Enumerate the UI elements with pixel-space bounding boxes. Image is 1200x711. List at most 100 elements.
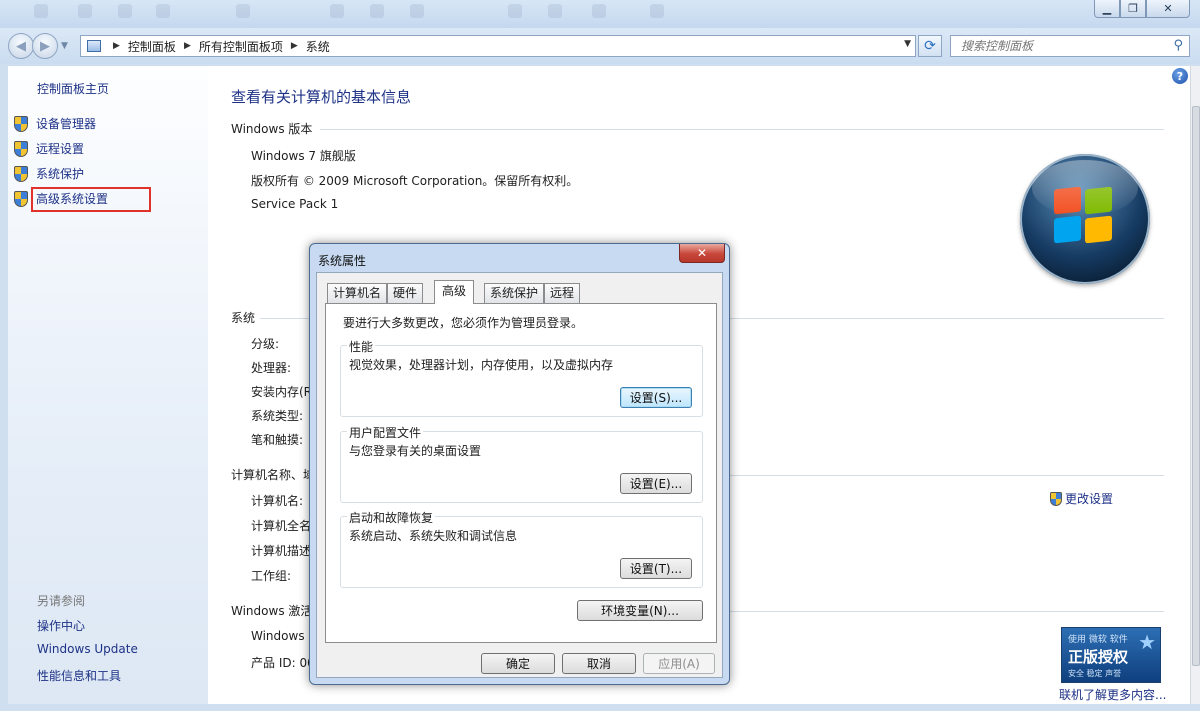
edition-section-header: Windows 版本 xyxy=(231,122,313,136)
help-icon[interactable]: ? xyxy=(1172,68,1188,84)
forward-arrow-icon: ▶ xyxy=(40,38,50,54)
task-label: 远程设置 xyxy=(36,142,85,156)
breadcrumb-separator-icon[interactable]: ▶ xyxy=(184,41,191,51)
tab-system-protection[interactable]: 系统保护 xyxy=(484,283,545,303)
windows-edition: Windows 7 旗舰版 xyxy=(251,149,356,163)
system-type-label: 系统类型: xyxy=(251,409,304,423)
close-icon: ✕ xyxy=(1163,2,1173,15)
user-profiles-desc: 与您登录有关的桌面设置 xyxy=(349,444,482,458)
advanced-tab-panel: 要进行大多数更改，您必须作为管理员登录。 性能 视觉效果，处理器计划，内存使用，… xyxy=(325,303,717,643)
user-profiles-settings-button[interactable]: 设置(E)... xyxy=(620,473,692,494)
nav-buttons: ◀ ▶ ▼ xyxy=(8,33,68,59)
address-dropdown-icon[interactable]: ▼ xyxy=(904,39,911,49)
uac-shield-icon xyxy=(1050,491,1062,506)
system-properties-dialog: 系统属性 ✕ 计算机名 硬件 高级 系统保护 远程 要进行大多数更改，您必须作为… xyxy=(309,243,730,685)
computer-description-label: 计算机描述 xyxy=(251,544,312,558)
search-icon[interactable]: ⚲ xyxy=(1173,38,1183,53)
dialog-body: 计算机名 硬件 高级 系统保护 远程 要进行大多数更改，您必须作为管理员登录。 … xyxy=(316,272,723,678)
uac-shield-icon xyxy=(14,115,28,132)
recent-pages-dropdown[interactable]: ▼ xyxy=(61,41,68,51)
vertical-scrollbar[interactable] xyxy=(1190,66,1200,704)
refresh-button[interactable]: ⟳ xyxy=(918,35,942,57)
address-bar[interactable]: ▶ 控制面板 ▶ 所有控制面板项 ▶ 系统 ▼ xyxy=(80,35,916,57)
task-label: 设备管理器 xyxy=(36,117,97,131)
performance-label: 性能 xyxy=(347,338,376,355)
breadcrumb-system[interactable]: 系统 xyxy=(306,38,330,55)
windows-update-link[interactable]: Windows Update xyxy=(37,642,138,656)
search-box[interactable]: ⚲ xyxy=(950,35,1190,57)
task-label: 系统保护 xyxy=(36,167,85,181)
system-protection-link[interactable]: 系统保护 xyxy=(14,165,84,182)
breadcrumb-separator-icon[interactable]: ▶ xyxy=(113,41,120,51)
see-also-header: 另请参阅 xyxy=(37,594,86,608)
breadcrumb-all-items[interactable]: 所有控制面板项 xyxy=(199,38,283,55)
address-row: ◀ ▶ ▼ ▶ 控制面板 ▶ 所有控制面板项 ▶ 系统 ▼ ⟳ ⚲ xyxy=(0,28,1200,64)
ok-button[interactable]: 确定 xyxy=(481,653,555,674)
window-controls: ▁ ❐ ✕ xyxy=(1094,0,1190,18)
learn-more-online-link[interactable]: 联机了解更多内容... xyxy=(1059,686,1166,703)
admin-note: 要进行大多数更改，您必须作为管理员登录。 xyxy=(343,316,584,330)
close-icon: ✕ xyxy=(696,246,708,260)
dialog-close-button[interactable]: ✕ xyxy=(679,244,725,263)
performance-settings-button[interactable]: 设置(S)... xyxy=(620,387,692,408)
workgroup-label: 工作组: xyxy=(251,569,292,583)
activation-section-header: Windows 激活 xyxy=(231,604,313,618)
startup-recovery-group: 启动和故障恢复 系统启动、系统失败和调试信息 设置(T)... xyxy=(340,509,703,588)
genuine-line-3: 安全 稳定 声誉 xyxy=(1068,669,1122,678)
restore-icon: ❐ xyxy=(1128,2,1138,15)
windows-logo-icon xyxy=(1020,154,1150,284)
startup-recovery-settings-button[interactable]: 设置(T)... xyxy=(620,558,692,579)
genuine-line-1: 使用 微软 软件 xyxy=(1068,635,1128,645)
performance-desc: 视觉效果，处理器计划，内存使用，以及虚拟内存 xyxy=(349,358,614,372)
startup-recovery-label: 启动和故障恢复 xyxy=(347,509,436,526)
scrollbar-thumb[interactable] xyxy=(1192,106,1200,666)
tab-advanced[interactable]: 高级 xyxy=(434,280,475,304)
genuine-microsoft-badge: 使用 微软 软件 正版授权 安全 稳定 声誉 ★ xyxy=(1061,627,1161,683)
search-input[interactable] xyxy=(959,38,1159,54)
control-panel-home-link[interactable]: 控制面板主页 xyxy=(37,80,109,97)
computer-name-label: 计算机名: xyxy=(251,494,304,508)
cancel-button[interactable]: 取消 xyxy=(562,653,636,674)
change-settings-link[interactable]: 更改设置 xyxy=(1050,490,1113,507)
back-arrow-icon: ◀ xyxy=(16,38,26,54)
computer-name-section-header: 计算机名称、域 xyxy=(231,468,316,482)
breadcrumb-control-panel[interactable]: 控制面板 xyxy=(128,38,176,55)
memory-label: 安装内存(R xyxy=(251,385,313,399)
dialog-title: 系统属性 xyxy=(318,254,367,268)
genuine-line-2: 正版授权 xyxy=(1068,648,1129,666)
performance-info-link[interactable]: 性能信息和工具 xyxy=(37,667,121,684)
full-computer-name-label: 计算机全名 xyxy=(251,519,312,533)
left-task-pane: 控制面板主页 设备管理器 远程设置 系统保护 高级系统设置 另请参阅 操作中心 … xyxy=(8,66,208,704)
apply-button[interactable]: 应用(A) xyxy=(643,653,715,674)
back-button[interactable]: ◀ xyxy=(8,33,34,59)
uac-shield-icon xyxy=(14,165,28,182)
breadcrumb-separator-icon[interactable]: ▶ xyxy=(291,41,298,51)
minimize-icon: ▁ xyxy=(1102,2,1112,15)
control-panel-icon xyxy=(87,40,101,52)
user-profiles-group: 用户配置文件 与您登录有关的桌面设置 设置(E)... xyxy=(340,424,703,503)
performance-group: 性能 视觉效果，处理器计划，内存使用，以及虚拟内存 设置(S)... xyxy=(340,338,703,417)
tab-hardware[interactable]: 硬件 xyxy=(387,283,424,303)
window-titlebar: ▁ ❐ ✕ xyxy=(0,0,1200,28)
uac-shield-icon xyxy=(14,190,28,207)
remote-settings-link[interactable]: 远程设置 xyxy=(14,140,84,157)
action-center-link[interactable]: 操作中心 xyxy=(37,617,85,634)
pen-touch-label: 笔和触摸: xyxy=(251,433,304,447)
close-window-button[interactable]: ✕ xyxy=(1146,0,1190,18)
product-id-label: 产品 ID: 00 xyxy=(251,656,315,670)
environment-variables-button[interactable]: 环境变量(N)... xyxy=(577,600,703,621)
copyright-text: 版权所有 © 2009 Microsoft Corporation。保留所有权利… xyxy=(251,174,579,188)
service-pack: Service Pack 1 xyxy=(251,197,339,211)
tab-computer-name[interactable]: 计算机名 xyxy=(327,283,388,303)
tab-remote[interactable]: 远程 xyxy=(544,283,581,303)
activation-status: Windows xyxy=(251,629,305,643)
system-section-header: 系统 xyxy=(231,311,256,325)
minimize-button[interactable]: ▁ xyxy=(1094,0,1120,18)
forward-button[interactable]: ▶ xyxy=(32,33,58,59)
refresh-icon: ⟳ xyxy=(924,38,936,54)
highlight-box-advanced-settings xyxy=(31,187,151,212)
device-manager-link[interactable]: 设备管理器 xyxy=(14,115,96,132)
change-settings-label: 更改设置 xyxy=(1065,492,1114,506)
processor-label: 处理器: xyxy=(251,361,292,375)
maximize-button[interactable]: ❐ xyxy=(1120,0,1146,18)
